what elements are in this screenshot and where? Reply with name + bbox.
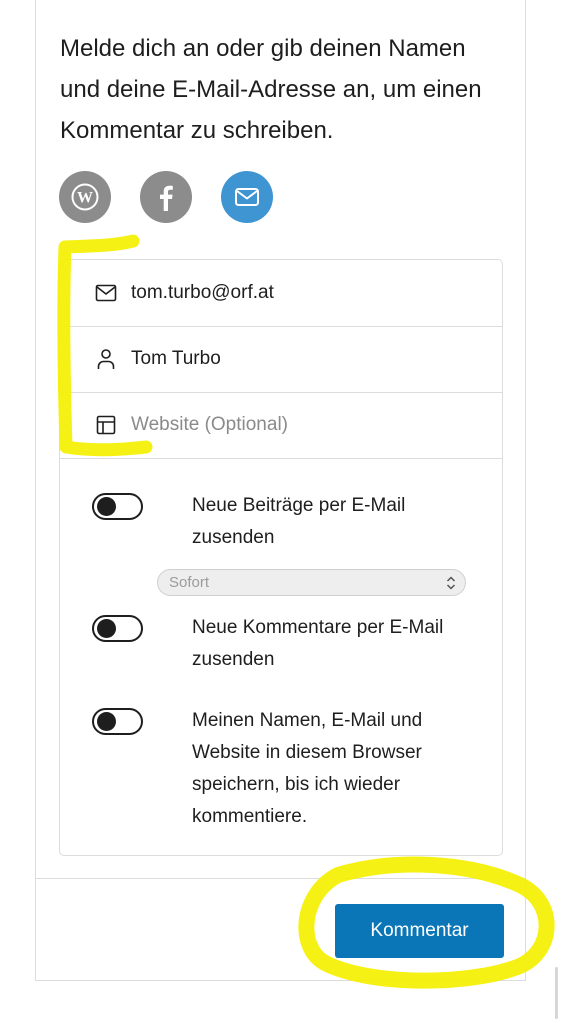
comments-subscription-toggle[interactable] — [92, 615, 143, 642]
comment-form-card: tom.turbo@orf.at Tom Turbo Website (Opti… — [59, 259, 503, 856]
name-value: Tom Turbo — [131, 348, 221, 369]
save-info-toggle[interactable] — [92, 708, 143, 735]
frequency-select[interactable]: Sofort — [157, 569, 466, 596]
wordpress-login-button[interactable]: W — [59, 171, 111, 223]
facebook-icon — [160, 185, 173, 211]
scrollbar[interactable] — [555, 967, 558, 1019]
posts-subscription-label: Neue Beiträge per E-Mail zusenden — [192, 495, 406, 548]
save-info-label: Meinen Namen, E-Mail und Website in dies… — [192, 710, 423, 827]
intro-text: Melde dich an oder gib deinen Namen und … — [60, 35, 482, 144]
submit-comment-button[interactable]: Kommentar — [335, 904, 504, 958]
svg-text:W: W — [77, 190, 93, 207]
email-value: tom.turbo@orf.at — [131, 282, 274, 303]
comments-subscription-label: Neue Kommentare per E-Mail zusenden — [192, 617, 444, 670]
mail-icon — [235, 188, 259, 206]
footer-divider — [36, 878, 526, 879]
website-placeholder: Website (Optional) — [131, 414, 288, 435]
posts-subscription-toggle[interactable] — [92, 493, 143, 520]
website-field[interactable]: Website (Optional) — [60, 392, 502, 459]
facebook-login-button[interactable] — [140, 171, 192, 223]
person-icon — [93, 348, 119, 370]
layout-icon — [93, 415, 119, 435]
email-field[interactable]: tom.turbo@orf.at — [60, 260, 502, 327]
chevron-updown-icon — [446, 576, 456, 590]
name-field[interactable]: Tom Turbo — [60, 326, 502, 393]
wordpress-icon: W — [71, 183, 99, 211]
email-login-button[interactable] — [221, 171, 273, 223]
frequency-selected-value: Sofort — [169, 574, 210, 591]
mail-icon — [93, 284, 119, 302]
